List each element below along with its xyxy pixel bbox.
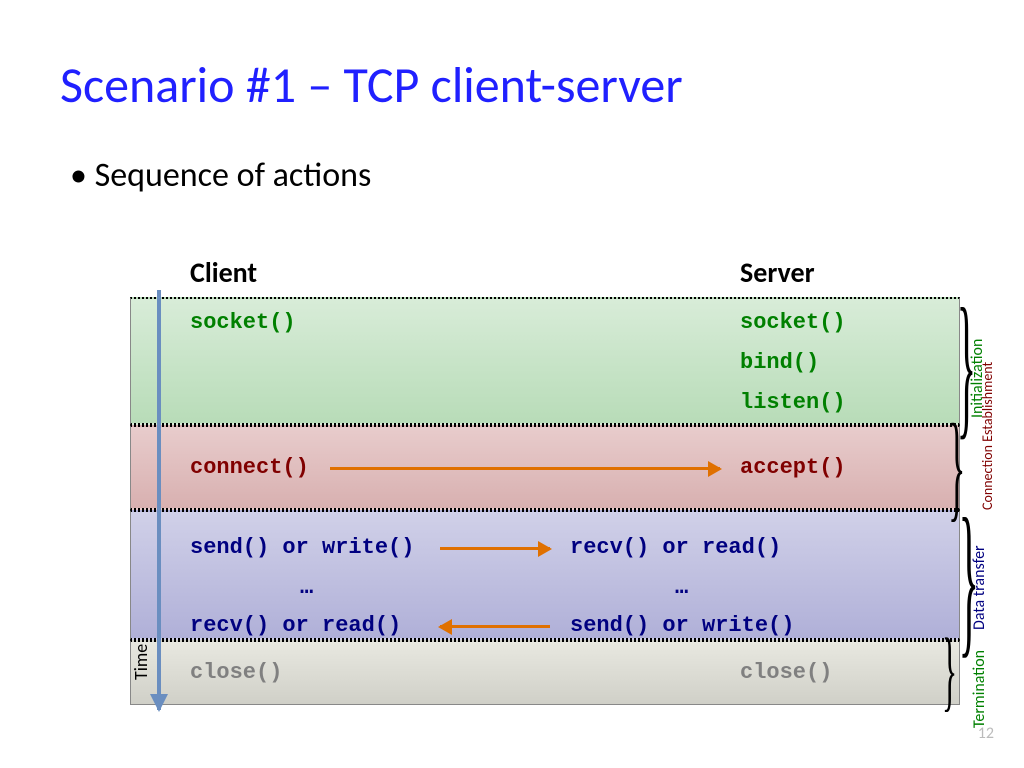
header-client: Client xyxy=(190,255,257,290)
client-send: send() or write() xyxy=(190,535,414,560)
arrow-send-recv xyxy=(440,547,550,550)
server-send: send() or write() xyxy=(570,613,794,638)
client-dots: … xyxy=(300,575,313,600)
label-data-transfer: Data transfer xyxy=(970,545,989,630)
time-label: Time xyxy=(130,644,152,680)
label-termination: Termination xyxy=(970,650,989,728)
slide-title: Scenario #1 – TCP client-server xyxy=(60,55,683,116)
client-socket: socket() xyxy=(190,310,296,335)
server-bind: bind() xyxy=(740,350,819,375)
server-recv: recv() or read() xyxy=(570,535,781,560)
page-number: 12 xyxy=(978,724,994,743)
header-server: Server xyxy=(740,255,815,290)
server-close: close() xyxy=(740,660,832,685)
bullet-sequence: Sequence of actions xyxy=(70,155,371,196)
server-socket: socket() xyxy=(740,310,846,335)
time-arrow-icon xyxy=(157,290,161,710)
client-connect: connect() xyxy=(190,455,309,480)
client-recv: recv() or read() xyxy=(190,613,401,638)
label-connection: Connection Establishment xyxy=(980,362,995,510)
arrow-recv-send xyxy=(440,625,550,628)
arrow-connect-accept xyxy=(330,467,720,470)
brace-term-icon: } xyxy=(942,635,957,707)
server-listen: listen() xyxy=(740,390,846,415)
server-accept: accept() xyxy=(740,455,846,480)
server-dots: … xyxy=(675,575,688,600)
client-close: close() xyxy=(190,660,282,685)
